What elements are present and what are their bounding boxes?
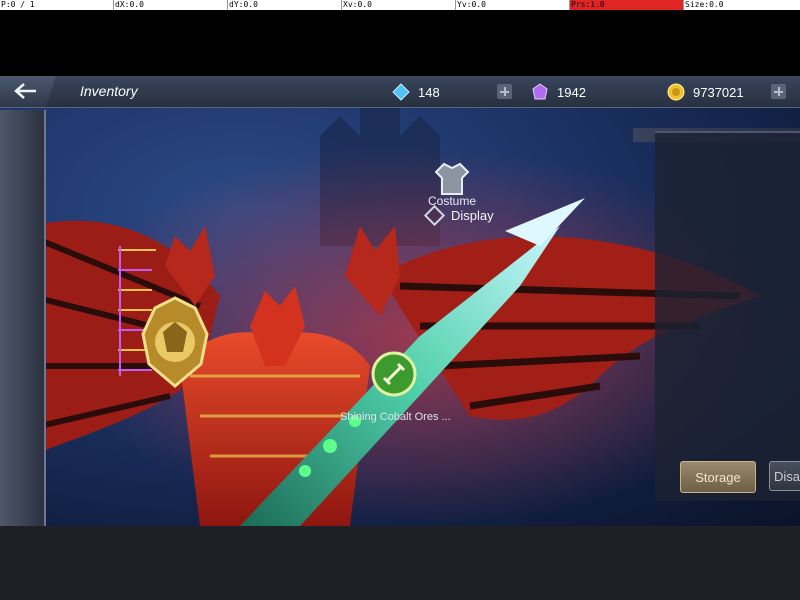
debug-yv: Yv:0.0 — [456, 0, 570, 10]
letterbox-top — [0, 10, 800, 76]
gold-count: 9737021 — [693, 84, 744, 100]
gem-count: 148 — [418, 84, 440, 100]
blue-gem-icon — [392, 83, 410, 101]
debug-size: Size:0.0 — [685, 0, 724, 9]
crystal-count: 1942 — [557, 84, 586, 100]
costume-icon[interactable] — [432, 160, 472, 196]
currency-gems: 148 — [392, 82, 440, 102]
add-gems-button[interactable] — [497, 84, 512, 99]
game-viewport: Inventory 148 1942 9737021 Costume Displ… — [0, 76, 800, 526]
debug-dy: dY:0.0 — [228, 0, 342, 10]
bottom-bar — [0, 526, 800, 600]
add-gold-button[interactable] — [771, 84, 786, 99]
left-ornate-frame — [0, 110, 46, 526]
gold-coin-icon — [667, 83, 685, 101]
gold-emblem-icon[interactable] — [137, 294, 213, 390]
debug-pointer: P:0 / 1 — [0, 0, 114, 10]
back-button[interactable] — [0, 76, 56, 107]
purple-crystal-icon — [531, 83, 549, 101]
currency-crystals: 1942 — [531, 82, 586, 102]
item-caption: Shining Cobalt Ores ... — [340, 411, 451, 423]
debug-xv: Xv:0.0 — [342, 0, 456, 10]
debug-dx: dX:0.0 — [114, 0, 228, 10]
back-arrow-icon — [14, 83, 36, 99]
green-axe-skill-icon[interactable] — [371, 351, 417, 397]
debug-pressure: Prs:1.0 — [570, 0, 684, 10]
display-checkbox-icon — [423, 204, 446, 227]
disassemble-button[interactable]: Disas — [769, 461, 800, 491]
currency-gold: 9737021 — [667, 82, 744, 102]
page-title: Inventory — [80, 83, 138, 99]
top-header: Inventory 148 1942 9737021 — [0, 76, 800, 108]
storage-button[interactable]: Storage — [680, 461, 756, 493]
display-toggle[interactable]: Display — [423, 204, 494, 227]
debug-overlay-bar: P:0 / 1 dX:0.0 dY:0.0 Xv:0.0 Yv:0.0 Prs:… — [0, 0, 800, 10]
display-label: Display — [451, 208, 494, 223]
inventory-panel — [655, 131, 800, 501]
